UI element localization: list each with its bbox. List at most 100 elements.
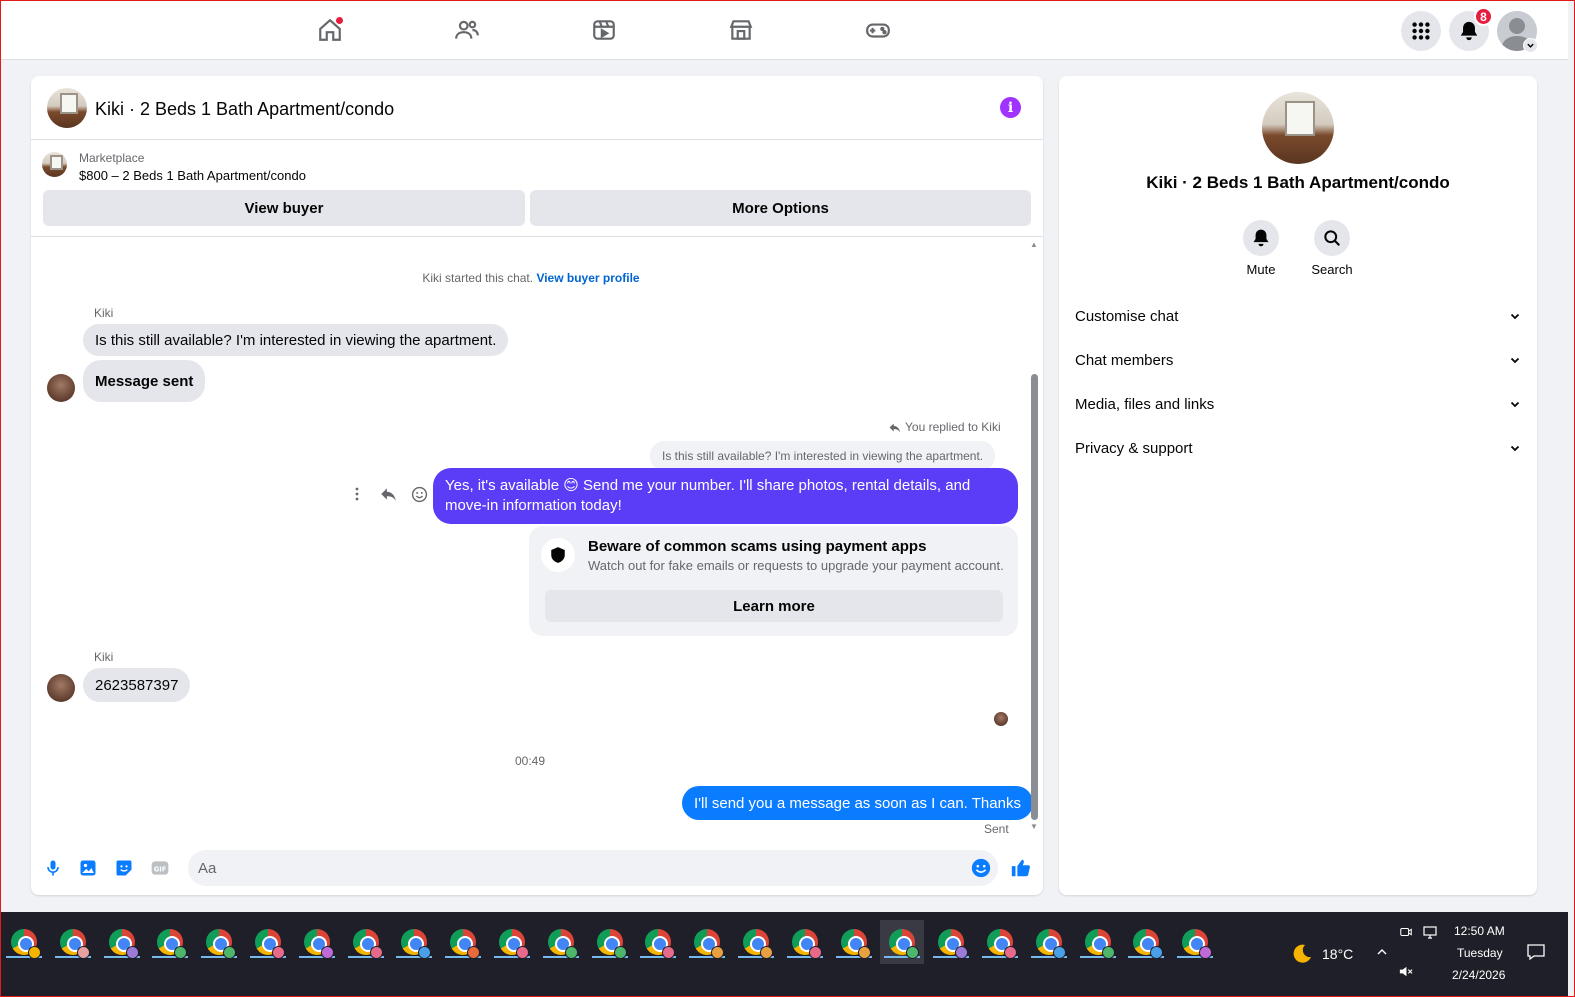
microphone-icon[interactable] <box>41 856 65 880</box>
media-files-links-row[interactable]: Media, files and links <box>1075 382 1521 426</box>
taskbar-chrome-window[interactable] <box>1173 920 1217 964</box>
more-vertical-icon[interactable] <box>349 486 365 502</box>
chat-header: Kiki · 2 Beds 1 Bath Apartment/condo i <box>31 76 1043 140</box>
taskbar: 18°C 12:50 AM Tuesday 2/24/2026 <box>0 912 1568 997</box>
gaming-icon[interactable] <box>862 14 894 46</box>
sticker-icon[interactable] <box>112 856 136 880</box>
emoji-react-icon[interactable] <box>411 486 428 503</box>
taskbar-chrome-window[interactable] <box>2 920 46 964</box>
watch-icon[interactable] <box>588 14 620 46</box>
search-button[interactable]: Search <box>1302 220 1362 277</box>
privacy-support-row[interactable]: Privacy & support <box>1075 426 1521 470</box>
taskbar-chrome-window[interactable] <box>734 920 778 964</box>
scroll-down-arrow[interactable]: ▼ <box>1029 823 1039 831</box>
weather-temp[interactable]: 18°C <box>1322 946 1353 962</box>
camera-icon[interactable] <box>1399 925 1413 939</box>
chevron-down-icon <box>1510 445 1520 452</box>
clock-date[interactable]: 2/24/2026 <box>1452 968 1505 982</box>
taskbar-chrome-window[interactable] <box>685 920 729 964</box>
listing-photo[interactable] <box>1262 92 1334 164</box>
sender-avatar[interactable] <box>47 374 75 402</box>
profile-badge <box>28 946 41 959</box>
chat-title[interactable]: Kiki · 2 Beds 1 Bath Apartment/condo <box>95 99 394 120</box>
taskbar-chrome-window[interactable] <box>100 920 144 964</box>
chrome-icon <box>303 929 334 959</box>
home-notification-dot <box>335 16 344 25</box>
scroll-up-arrow[interactable]: ▲ <box>1029 241 1039 249</box>
menu-grid-button[interactable] <box>1401 11 1441 51</box>
taskbar-chrome-window[interactable] <box>880 920 925 964</box>
taskbar-chrome-window[interactable] <box>344 920 388 964</box>
customise-chat-row[interactable]: Customise chat <box>1075 294 1521 338</box>
taskbar-chrome-window[interactable] <box>392 920 436 964</box>
taskbar-chrome-window[interactable] <box>929 920 973 964</box>
taskbar-chrome-window[interactable] <box>636 920 680 964</box>
chat-scrollbar[interactable] <box>1031 374 1038 820</box>
taskbar-chrome-window[interactable] <box>1076 920 1120 964</box>
mute-button[interactable]: Mute <box>1231 220 1291 277</box>
network-icon[interactable] <box>1422 924 1438 940</box>
view-buyer-profile-link[interactable]: View buyer profile <box>536 271 639 285</box>
reply-icon <box>889 422 901 432</box>
clock-day[interactable]: Tuesday <box>1457 946 1503 960</box>
taskbar-chrome-window[interactable] <box>197 920 241 964</box>
taskbar-chrome-window[interactable] <box>148 920 192 964</box>
emoji-icon[interactable] <box>969 856 993 880</box>
taskbar-chrome-window[interactable] <box>490 920 534 964</box>
marketplace-icon[interactable] <box>725 14 757 46</box>
listing-avatar[interactable] <box>47 88 87 128</box>
incoming-message[interactable]: Is this still available? I'm interested … <box>83 324 509 356</box>
quoted-message[interactable]: Is this still available? I'm interested … <box>650 441 996 471</box>
learn-more-button[interactable]: Learn more <box>545 590 1003 622</box>
profile-badge <box>760 946 773 959</box>
taskbar-chrome-window[interactable] <box>783 920 827 964</box>
gif-icon[interactable]: GIF <box>148 856 172 880</box>
incoming-message[interactable]: 2623587397 <box>83 668 191 702</box>
taskbar-chrome-window[interactable] <box>295 920 339 964</box>
incoming-message[interactable]: Message sent <box>83 360 206 402</box>
like-icon[interactable] <box>1009 856 1033 880</box>
marketplace-listing-thumbnail[interactable] <box>42 152 67 177</box>
chrome-icon <box>352 929 383 959</box>
chrome-icon <box>1084 929 1115 959</box>
chrome-icon <box>450 929 481 959</box>
speaker-muted-icon[interactable] <box>1398 964 1413 979</box>
chevron-down-icon <box>1510 357 1520 364</box>
taskbar-chrome-window[interactable] <box>246 920 290 964</box>
photo-icon[interactable] <box>76 856 100 880</box>
row-label: Media, files and links <box>1075 395 1215 413</box>
sender-avatar[interactable] <box>47 674 75 702</box>
friends-icon[interactable] <box>451 14 483 46</box>
outgoing-message[interactable]: Yes, it's available 😊 Send me your numbe… <box>433 468 1018 524</box>
chevron-up-icon[interactable] <box>1376 946 1388 958</box>
profile-badge <box>1004 946 1017 959</box>
taskbar-chrome-window[interactable] <box>441 920 485 964</box>
taskbar-chrome-window[interactable] <box>978 920 1022 964</box>
notifications-button[interactable]: 8 <box>1449 7 1493 51</box>
more-options-button[interactable]: More Options <box>530 190 1031 226</box>
info-icon[interactable]: i <box>1000 97 1021 118</box>
svg-text:GIF: GIF <box>154 865 167 873</box>
notification-center-icon[interactable] <box>1526 942 1546 962</box>
listing-summary[interactable]: $800 – 2 Beds 1 Bath Apartment/condo <box>79 168 306 183</box>
taskbar-chrome-window[interactable] <box>539 920 583 964</box>
taskbar-chrome-window[interactable] <box>588 920 632 964</box>
moon-weather-icon[interactable] <box>1290 942 1314 966</box>
chrome-icon <box>11 929 41 959</box>
reply-icon[interactable] <box>379 485 397 503</box>
panel-title: Kiki · 2 Beds 1 Bath Apartment/condo <box>1146 173 1450 192</box>
home-icon[interactable] <box>314 14 346 46</box>
outgoing-message[interactable]: I'll send you a message as soon as I can… <box>682 786 1033 820</box>
account-chevron-down-icon[interactable] <box>1523 38 1538 53</box>
taskbar-chrome-window[interactable] <box>1124 920 1168 964</box>
clock-time[interactable]: 12:50 AM <box>1454 924 1505 938</box>
chrome-icon <box>840 929 871 959</box>
taskbar-chrome-window[interactable] <box>1027 920 1071 964</box>
chrome-icon <box>1133 929 1164 959</box>
view-buyer-button[interactable]: View buyer <box>43 190 525 226</box>
chrome-icon <box>206 929 237 959</box>
chat-members-row[interactable]: Chat members <box>1075 338 1521 382</box>
taskbar-chrome-window[interactable] <box>832 920 876 964</box>
message-input[interactable] <box>188 850 998 886</box>
taskbar-chrome-window[interactable] <box>51 920 95 964</box>
